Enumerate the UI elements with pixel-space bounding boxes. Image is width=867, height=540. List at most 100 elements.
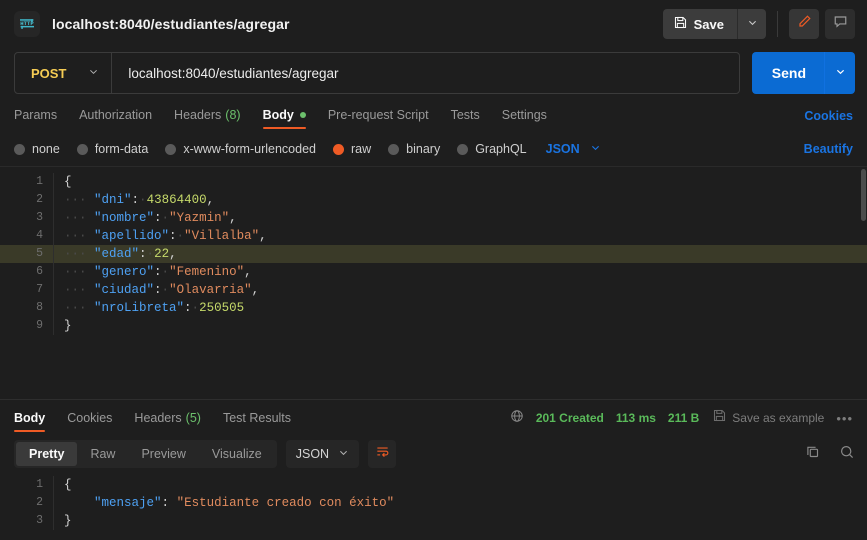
token: "Olavarria"	[169, 283, 252, 297]
line-number: 9	[0, 317, 54, 335]
view-mode-raw[interactable]: Raw	[77, 442, 128, 466]
tab-settings[interactable]: Settings	[491, 98, 558, 132]
body-type-row: none form-data x-www-form-urlencoded raw…	[0, 132, 867, 166]
token: ,	[244, 265, 252, 279]
comment-button[interactable]	[825, 9, 855, 39]
floppy-disk-icon	[713, 409, 726, 427]
token: :	[154, 265, 162, 279]
method-selector[interactable]: POST	[15, 53, 113, 93]
token: :	[169, 229, 177, 243]
tab-label: Tests	[450, 108, 480, 122]
code-line: 8 ··· "nroLibreta":·250505	[0, 299, 867, 317]
line-number: 6	[0, 263, 54, 281]
chevron-down-icon	[590, 142, 601, 156]
response-body-viewer[interactable]: 1{2 "mensaje": "Estudiante creado con éx…	[0, 472, 867, 540]
body-format-selector[interactable]: JSON	[546, 142, 601, 156]
view-mode-preview[interactable]: Preview	[128, 442, 198, 466]
request-body-code[interactable]: 1{2 ··· "dni":·43864400, 3 ··· "nombre":·"Y…	[0, 167, 867, 399]
tab-params[interactable]: Params	[14, 98, 68, 132]
body-option-none[interactable]: none	[14, 142, 60, 156]
indent-guide: ···	[64, 211, 95, 225]
code-text: }	[54, 317, 72, 335]
tab-label: Params	[14, 108, 58, 122]
token: :	[139, 247, 147, 261]
line-number: 2	[0, 494, 54, 512]
save-button-label: Save	[693, 16, 724, 32]
chevron-down-icon	[88, 64, 99, 82]
save-as-example-button[interactable]: Save as example	[713, 409, 824, 427]
token: 22	[154, 247, 170, 261]
token: "ciudad"	[94, 283, 155, 297]
indent-guide: ···	[64, 193, 95, 207]
indent-guide: ···	[64, 247, 95, 261]
request-body-editor[interactable]: 1{2 ··· "dni":·43864400, 3 ··· "nombre":·"Y…	[0, 166, 867, 399]
url-box: POST localhost:8040/estudiantes/agregar	[14, 52, 740, 94]
code-text: {	[54, 173, 72, 191]
code-line: 3 ··· "nombre":·"Yazmin",	[0, 209, 867, 227]
view-mode-pretty[interactable]: Pretty	[16, 442, 78, 466]
token: ·	[139, 193, 147, 207]
body-option-graphql[interactable]: GraphQL	[457, 142, 527, 156]
response-tab-headers[interactable]: Headers (5)	[123, 400, 212, 436]
url-input[interactable]: localhost:8040/estudiantes/agregar	[112, 66, 338, 81]
radio-label: binary	[406, 142, 441, 156]
radio-icon	[165, 143, 177, 155]
response-format-selector[interactable]: JSON	[285, 440, 360, 468]
radio-icon	[457, 143, 469, 155]
beautify-link[interactable]: Beautify	[804, 142, 853, 156]
token: ,	[229, 211, 237, 225]
body-option-x-www-form-urlencoded[interactable]: x-www-form-urlencoded	[165, 142, 316, 156]
search-icon[interactable]	[839, 444, 855, 465]
token: :	[161, 496, 170, 510]
line-number: 2	[0, 191, 54, 209]
tab-body[interactable]: Body	[252, 98, 317, 132]
token: }	[64, 514, 72, 528]
body-option-form-data[interactable]: form-data	[76, 142, 149, 156]
body-option-raw[interactable]: raw	[333, 142, 371, 156]
request-tabs: Params Authorization Headers (8) Body Pr…	[0, 98, 867, 132]
word-wrap-button[interactable]	[368, 440, 397, 468]
tab-label: Settings	[501, 108, 547, 122]
code-text: }	[54, 512, 72, 530]
tab-label: Headers	[134, 411, 182, 425]
radio-icon	[14, 143, 25, 155]
copy-icon[interactable]	[805, 444, 821, 465]
http-badge-icon: HTTP	[14, 11, 40, 37]
tab-label: Body	[262, 108, 294, 122]
tab-pre-request-script[interactable]: Pre-request Script	[317, 98, 440, 132]
token: "mensaje"	[94, 496, 162, 510]
response-actions	[805, 444, 855, 465]
response-tab-cookies[interactable]: Cookies	[56, 400, 123, 436]
response-tab-body[interactable]: Body	[14, 400, 56, 436]
token: :	[154, 283, 162, 297]
cookies-link[interactable]: Cookies	[804, 109, 853, 132]
tab-headers[interactable]: Headers (8)	[163, 98, 252, 132]
edit-request-button[interactable]	[789, 9, 819, 39]
indent-guide: ···	[64, 283, 95, 297]
view-mode-visualize[interactable]: Visualize	[199, 442, 275, 466]
code-text: "mensaje": "Estudiante creado con éxito"	[54, 494, 394, 512]
indent-guide	[64, 496, 94, 510]
body-option-binary[interactable]: binary	[388, 142, 440, 156]
send-options-button[interactable]	[825, 52, 855, 94]
response-pane: Body Cookies Headers (5) Test Results 20…	[0, 399, 867, 540]
body-format-label: JSON	[545, 142, 580, 156]
save-options-button[interactable]	[738, 9, 766, 39]
code-line: 2 "mensaje": "Estudiante creado con éxit…	[0, 494, 867, 512]
radio-label: form-data	[94, 142, 149, 156]
indent-guide: ···	[64, 301, 95, 315]
tab-label: Pre-request Script	[327, 108, 429, 122]
ellipsis-icon[interactable]: •••	[836, 411, 853, 426]
token: "Yazmin"	[169, 211, 230, 225]
send-button-group: Send	[751, 52, 855, 94]
tab-tests[interactable]: Tests	[440, 98, 491, 132]
method-label: POST	[31, 65, 67, 81]
save-button[interactable]: Save	[662, 9, 738, 39]
code-line: 4 ··· "apellido":·"Villalba",	[0, 227, 867, 245]
response-tab-test-results[interactable]: Test Results	[212, 400, 302, 436]
send-button[interactable]: Send	[752, 52, 825, 94]
token: ·	[146, 247, 155, 261]
tab-authorization[interactable]: Authorization	[68, 98, 163, 132]
code-line: 7 ··· "ciudad":·"Olavarria",	[0, 281, 867, 299]
editor-scrollbar[interactable]	[861, 169, 866, 221]
